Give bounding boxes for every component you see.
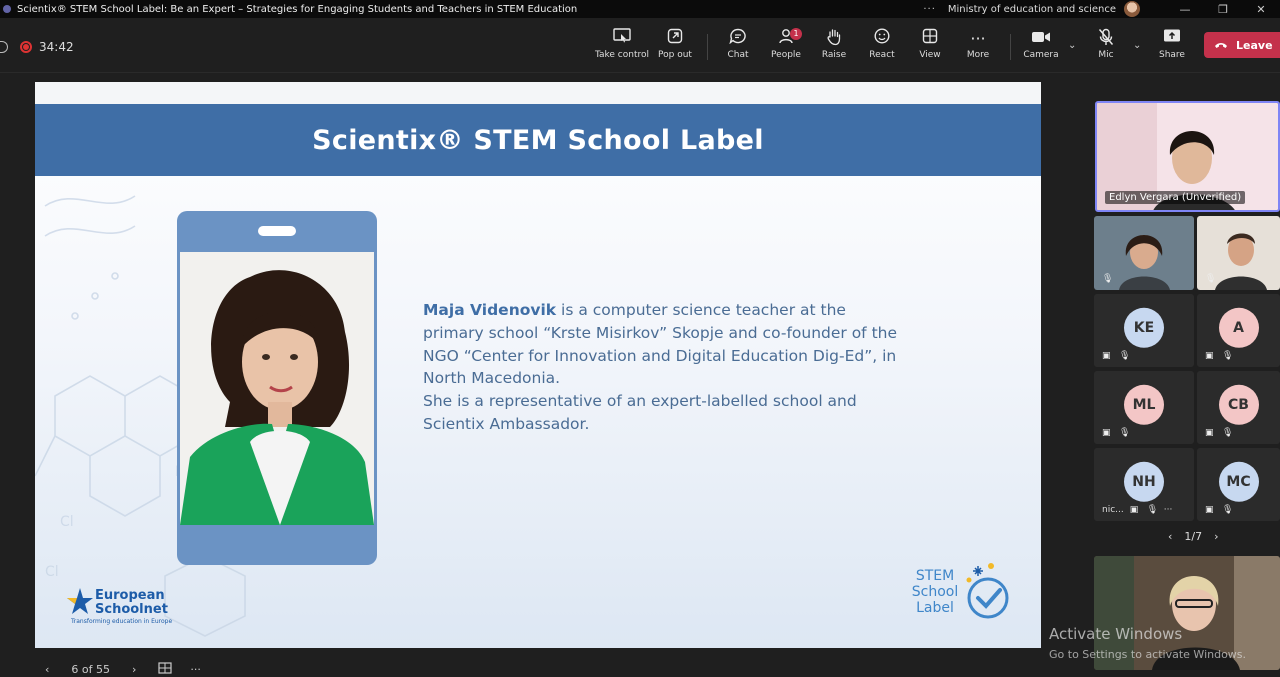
camera-off-icon: ▣ (1102, 428, 1111, 438)
organization-name[interactable]: Ministry of education and science (948, 4, 1116, 15)
people-count-badge: 1 (790, 28, 802, 40)
participant-initials: A (1218, 307, 1259, 348)
gallery-previous-button[interactable]: ‹ (1168, 530, 1172, 543)
camera-off-icon: ▣ (1205, 351, 1214, 361)
mic-muted-icon: 🎙 (1119, 428, 1131, 438)
teams-app-icon (3, 5, 11, 13)
gallery-pager: ‹ 1/7 › (1168, 530, 1219, 543)
account-avatar[interactable] (1124, 1, 1140, 17)
toolbar-divider (1010, 34, 1011, 60)
mic-muted-icon: 🎙 (1146, 505, 1159, 515)
slide-counter: 6 of 55 (71, 663, 110, 676)
star-logo-icon (67, 588, 93, 614)
take-control-button[interactable]: Take control (594, 28, 650, 68)
participant-tile-a[interactable]: A ▣ 🎙 (1197, 294, 1280, 367)
participant-tile-nh[interactable]: NH nic... ▣ 🎙 ··· (1094, 448, 1194, 521)
mic-muted-icon (1098, 28, 1114, 50)
slide-title: Scientix® STEM School Label (312, 124, 764, 156)
participant-initials: NH (1124, 461, 1164, 502)
window-titlebar: Scientix® STEM School Label: Be an Exper… (0, 0, 1280, 18)
activate-windows-subtext: Go to Settings to activate Windows. (1049, 648, 1247, 661)
leave-button[interactable]: Leave (1204, 32, 1280, 58)
svg-text:Cl: Cl (60, 514, 74, 530)
people-icon: 1 (778, 28, 802, 50)
slide-top-strip (35, 82, 1041, 104)
previous-slide-button[interactable]: ‹ (45, 663, 49, 676)
european-schoolnet-logo: European Schoolnet Transforming educatio… (65, 582, 185, 628)
share-icon (1163, 28, 1181, 50)
gallery-next-button[interactable]: › (1214, 530, 1218, 543)
participant-more-button[interactable]: ··· (1164, 505, 1173, 515)
camera-off-icon: ▣ (1102, 351, 1111, 361)
mic-muted-icon: 🎙 (1119, 351, 1131, 361)
recording-icon (20, 41, 32, 53)
presentation-slide: Scientix® STEM School Label ClClH (35, 82, 1041, 648)
activate-windows-watermark: Activate Windows (1049, 625, 1183, 643)
mic-muted-icon: 🎙 (1102, 274, 1114, 284)
featured-participant-video[interactable]: Edlyn Vergara (Unverified) (1095, 101, 1280, 212)
more-icon: ··· (970, 29, 986, 48)
bio-paragraph-2: She is a representative of an expert-lab… (423, 392, 857, 433)
slide-more-button[interactable]: ··· (190, 663, 201, 676)
smiley-icon (874, 28, 890, 50)
shared-content-area: Scientix® STEM School Label ClClH (0, 74, 1090, 676)
camera-off-icon: ▣ (1205, 428, 1214, 438)
participant-initials: KE (1124, 307, 1164, 348)
mic-muted-icon: 🎙 (1222, 351, 1234, 361)
participant-initials: ML (1124, 384, 1164, 425)
elapsed-time: 34:42 (39, 40, 74, 54)
minimize-button[interactable]: — (1166, 3, 1204, 16)
mic-muted-icon: 🎙 (1222, 505, 1234, 515)
participant-name-label: Edlyn Vergara (Unverified) (1105, 191, 1246, 204)
speaker-photo (180, 252, 374, 525)
participant-video-tile[interactable]: 🎙 (1094, 216, 1194, 290)
more-actions-button[interactable]: ··· More (950, 28, 1006, 68)
meeting-toolbar: 34:42 Take control Pop out Chat 1 People… (0, 18, 1280, 73)
phone-icon (1214, 38, 1228, 53)
participant-tile-cb[interactable]: CB ▣ 🎙 (1197, 371, 1280, 444)
window-title: Scientix® STEM School Label: Be an Exper… (17, 3, 578, 15)
speaker-badge-card (177, 211, 377, 565)
toolbar-divider (707, 34, 708, 60)
mic-muted-icon: 🎙 (1205, 274, 1217, 284)
participant-initials: CB (1218, 384, 1259, 425)
camera-off-icon: ▣ (1129, 505, 1139, 515)
chat-icon (729, 28, 747, 50)
camera-icon (1031, 28, 1051, 50)
pop-out-button[interactable]: Pop out (647, 28, 703, 68)
titlebar-more-button[interactable]: ··· (923, 4, 936, 15)
speaker-bio: Maja Videnovik is a computer science tea… (423, 299, 903, 436)
pop-out-icon (667, 28, 683, 50)
close-button[interactable]: ✕ (1242, 3, 1280, 16)
svg-text:Cl: Cl (45, 564, 59, 580)
participant-video-tile[interactable]: 🎙 (1197, 216, 1280, 290)
shield-icon (0, 41, 8, 53)
gallery-page-indicator: 1/7 (1184, 530, 1203, 543)
share-button[interactable]: Share (1144, 28, 1200, 68)
mic-button[interactable]: Mic (1078, 28, 1134, 68)
participant-tile-ml[interactable]: ML ▣ 🎙 (1094, 371, 1194, 444)
stem-school-label-logo: STEM School Label (905, 563, 1025, 636)
participant-tile-ke[interactable]: KE ▣ 🎙 (1094, 294, 1194, 367)
camera-button[interactable]: Camera (1013, 28, 1069, 68)
grid-view-icon (922, 28, 938, 50)
participant-tile-mc[interactable]: MC ▣ 🎙 (1197, 448, 1280, 521)
bio-paragraph: Maja Videnovik is a computer science tea… (423, 299, 903, 390)
participant-name-label: nic... (1102, 505, 1124, 515)
camera-options-chevron-icon[interactable]: ⌄ (1068, 40, 1076, 51)
raise-hand-icon (826, 28, 842, 50)
take-control-icon (613, 28, 631, 50)
camera-off-icon: ▣ (1205, 505, 1214, 515)
speaker-name: Maja Videnovik (423, 301, 557, 319)
maximize-button[interactable]: ❐ (1204, 3, 1242, 16)
participant-initials: MC (1218, 461, 1259, 502)
slide-title-banner: Scientix® STEM School Label (35, 104, 1041, 176)
checkmark-badge-icon (966, 563, 1009, 619)
mic-muted-icon: 🎙 (1222, 428, 1234, 438)
next-slide-button[interactable]: › (132, 663, 136, 676)
badge-slot (258, 226, 296, 236)
meeting-timer: 34:42 (0, 40, 74, 54)
mic-options-chevron-icon[interactable]: ⌄ (1133, 40, 1141, 51)
